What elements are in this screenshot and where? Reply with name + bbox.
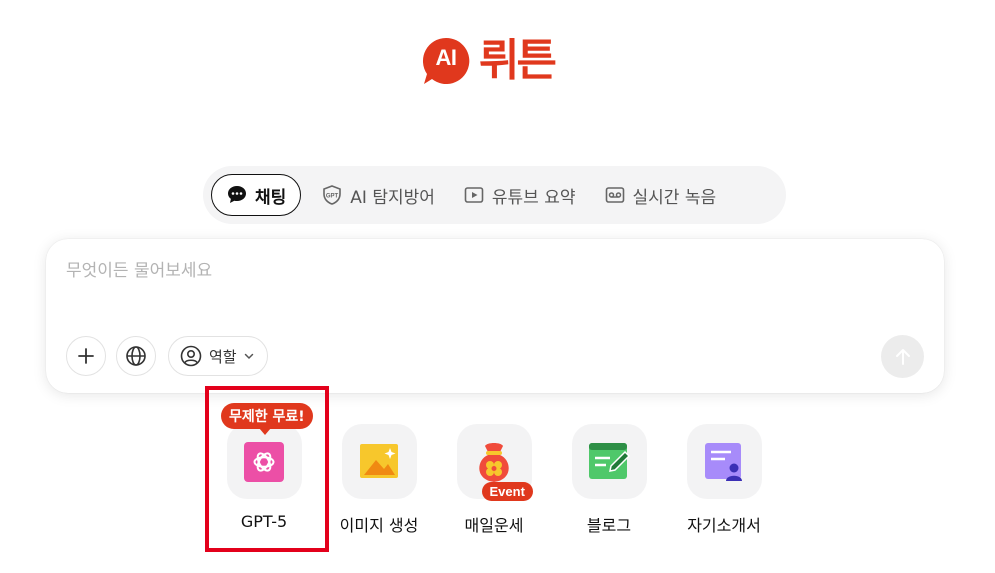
user-circle-icon [180,345,202,367]
openai-icon [244,441,284,482]
feature-label: 블로그 [586,516,632,535]
arrow-up-icon [895,348,910,365]
chat-input[interactable] [66,257,916,285]
feature-label: 매일운세 [464,516,524,535]
chevron-down-icon [244,353,253,360]
plus-icon [78,348,94,364]
svg-text:GPT: GPT [326,194,339,200]
mode-tabs: 채팅 GPT AI 탐지방어 유튜브 요약 실시간 녹음 [203,166,786,224]
feature-daily-fortune[interactable]: Event 매일운세 [439,424,549,536]
voicemail-icon [604,184,626,206]
globe-icon [126,346,146,366]
tab-ai-detection[interactable]: GPT AI 탐지방어 [307,174,449,216]
event-badge: Event [481,482,533,501]
feature-label: GPT-5 [240,512,288,531]
feature-image-generation[interactable]: 이미지 생성 [324,424,434,536]
tab-realtime-recording-label: 실시간 녹음 [632,187,717,208]
tab-chat-label: 채팅 [255,187,287,208]
ai-logo-badge: AI [421,36,471,86]
free-unlimited-badge: 무제한 무료! [221,403,313,435]
profile-doc-icon [705,442,742,481]
tab-realtime-recording[interactable]: 실시간 녹음 [590,174,731,216]
tab-chat[interactable]: 채팅 [211,174,302,216]
role-label: 역할 [209,347,237,366]
feature-gpt5[interactable]: GPT-5 [209,424,319,531]
tab-ai-detection-label: AI 탐지방어 [350,187,435,208]
logo-wordmark: 뤼튼 [479,35,557,86]
feature-self-introduction[interactable]: 자기소개서 [669,424,779,536]
feature-label: 자기소개서 [687,516,761,535]
feature-label: 이미지 생성 [339,516,419,535]
feature-blog[interactable]: 블로그 [554,424,664,536]
tab-youtube-summary-label: 유튜브 요약 [491,187,576,208]
web-search-button[interactable] [116,336,156,376]
fortune-pouch-icon [479,442,509,482]
gpt-shield-icon: GPT [321,184,343,206]
wrtn-logo[interactable]: AI 뤼튼 [421,35,557,86]
send-button[interactable] [881,335,924,378]
play-icon [463,184,485,206]
tab-youtube-summary[interactable]: 유튜브 요약 [449,174,590,216]
role-selector[interactable]: 역할 [168,336,268,376]
image-icon [360,443,398,478]
attach-button[interactable] [66,336,106,376]
chat-composer: 역할 [46,239,944,393]
blog-edit-icon [589,442,630,479]
chat-bubble-icon [226,184,248,206]
